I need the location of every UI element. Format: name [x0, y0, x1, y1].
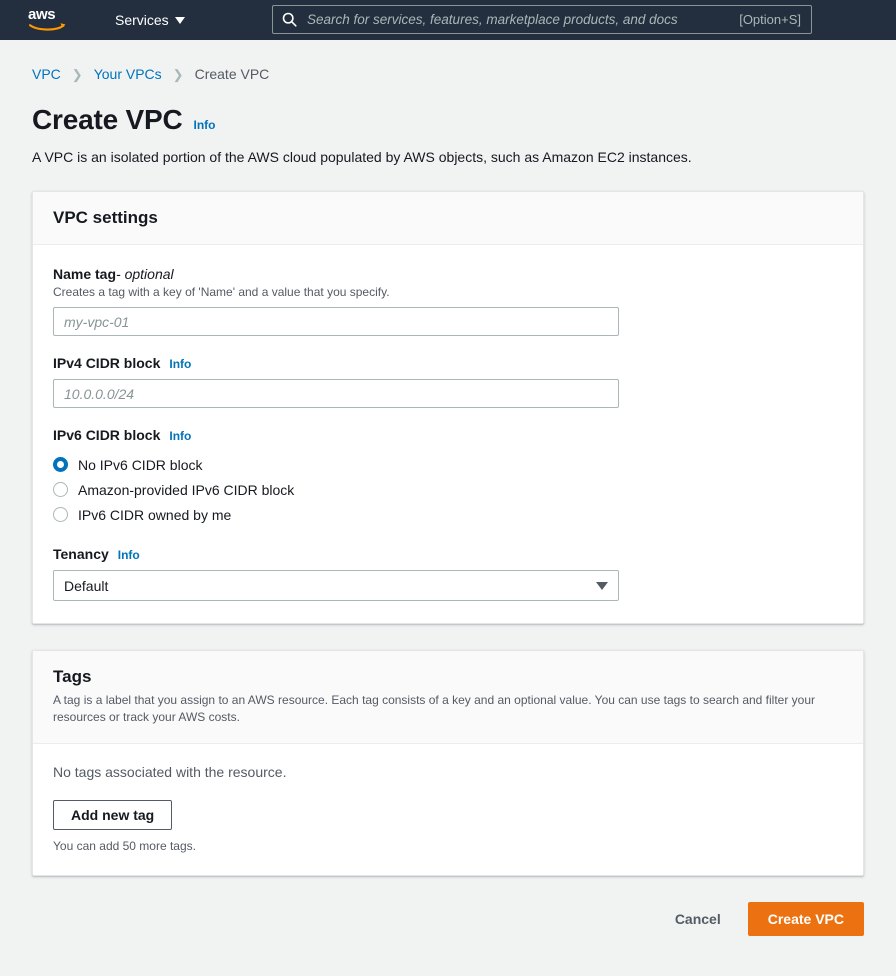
- create-vpc-button[interactable]: Create VPC: [748, 902, 864, 936]
- chevron-down-icon: [175, 17, 185, 24]
- ipv4-cidr-info-link[interactable]: Info: [169, 357, 191, 371]
- radio-icon[interactable]: [53, 482, 68, 497]
- tags-panel-header: Tags A tag is a label that you assign to…: [33, 651, 863, 744]
- field-name-tag-label: Name tag- optional: [53, 266, 174, 282]
- radio-label: IPv6 CIDR owned by me: [78, 507, 231, 523]
- field-name-tag-label-row: Name tag- optional: [53, 266, 843, 282]
- search-input[interactable]: [305, 11, 731, 28]
- field-ipv6-cidr-label-row: IPv6 CIDR block Info: [53, 427, 843, 443]
- tags-panel-description: A tag is a label that you assign to an A…: [53, 692, 818, 727]
- radio-option-no-ipv6-cidr-block[interactable]: No IPv6 CIDR block: [53, 452, 843, 477]
- field-ipv4-cidr-label: IPv4 CIDR block: [53, 355, 160, 371]
- field-ipv6-cidr-label: IPv6 CIDR block: [53, 427, 160, 443]
- field-tenancy-label-row: Tenancy Info: [53, 546, 843, 562]
- field-name-tag: Name tag- optional Creates a tag with a …: [53, 266, 843, 336]
- radio-label: Amazon-provided IPv6 CIDR block: [78, 482, 294, 498]
- field-ipv4-cidr: IPv4 CIDR block Info: [53, 355, 843, 408]
- search-icon: [282, 12, 297, 27]
- vpc-settings-panel-body: Name tag- optional Creates a tag with a …: [33, 245, 863, 623]
- tags-empty-message: No tags associated with the resource.: [53, 764, 843, 780]
- breadcrumb-separator-icon: ❯: [72, 68, 83, 81]
- page-title: Create VPC: [32, 104, 183, 136]
- field-name-tag-description: Creates a tag with a key of 'Name' and a…: [53, 285, 843, 299]
- field-name-tag-optional-suffix: - optional: [116, 266, 174, 282]
- vpc-settings-panel: VPC settings Name tag- optional Creates …: [32, 191, 864, 624]
- field-tenancy: Tenancy Info Default: [53, 546, 843, 601]
- breadcrumb-item-vpc[interactable]: VPC: [32, 66, 61, 82]
- tenancy-info-link[interactable]: Info: [118, 548, 140, 562]
- name-tag-input[interactable]: [53, 307, 619, 336]
- chevron-down-icon: [596, 582, 608, 590]
- tenancy-selected-value: Default: [64, 578, 596, 594]
- field-name-tag-label-text: Name tag: [53, 266, 116, 282]
- aws-logo[interactable]: aws: [28, 7, 68, 33]
- aws-logo-wordmark: aws: [28, 7, 68, 22]
- search-shortcut-hint: [Option+S]: [739, 12, 801, 27]
- breadcrumb-item-your-vpcs[interactable]: Your VPCs: [94, 66, 162, 82]
- field-ipv6-cidr: IPv6 CIDR block Info No IPv6 CIDR block …: [53, 427, 843, 527]
- page-description: A VPC is an isolated portion of the AWS …: [32, 149, 864, 165]
- cancel-button[interactable]: Cancel: [671, 905, 725, 933]
- vpc-settings-panel-title: VPC settings: [53, 208, 843, 228]
- radio-option-ipv6-cidr-owned-by-me[interactable]: IPv6 CIDR owned by me: [53, 502, 843, 527]
- aws-logo-smile-icon: [29, 22, 66, 31]
- add-new-tag-button[interactable]: Add new tag: [53, 800, 172, 830]
- page-content: VPC ❯ Your VPCs ❯ Create VPC Create VPC …: [0, 40, 896, 976]
- services-menu-button[interactable]: Services: [115, 12, 185, 28]
- radio-label: No IPv6 CIDR block: [78, 457, 202, 473]
- ipv4-cidr-input[interactable]: [53, 379, 619, 408]
- global-search-bar[interactable]: [Option+S]: [272, 5, 812, 34]
- breadcrumb-separator-icon: ❯: [173, 68, 184, 81]
- radio-icon[interactable]: [53, 507, 68, 522]
- ipv6-cidr-radio-group: No IPv6 CIDR block Amazon-provided IPv6 …: [53, 452, 843, 527]
- tags-panel: Tags A tag is a label that you assign to…: [32, 650, 864, 876]
- services-menu-label: Services: [115, 12, 169, 28]
- page-title-row: Create VPC Info: [32, 104, 864, 136]
- field-tenancy-label: Tenancy: [53, 546, 109, 562]
- radio-option-amazon-provided-ipv6-cidr-block[interactable]: Amazon-provided IPv6 CIDR block: [53, 477, 843, 502]
- tenancy-select[interactable]: Default: [53, 570, 619, 601]
- form-actions: Cancel Create VPC: [32, 902, 864, 976]
- breadcrumb: VPC ❯ Your VPCs ❯ Create VPC: [32, 40, 864, 82]
- breadcrumb-item-create-vpc: Create VPC: [195, 66, 270, 82]
- ipv6-cidr-info-link[interactable]: Info: [169, 429, 191, 443]
- tags-panel-body: No tags associated with the resource. Ad…: [33, 744, 863, 875]
- tags-panel-title: Tags: [53, 667, 843, 687]
- page-info-link[interactable]: Info: [194, 118, 216, 132]
- field-ipv4-cidr-label-row: IPv4 CIDR block Info: [53, 355, 843, 371]
- radio-icon-selected[interactable]: [53, 457, 68, 472]
- vpc-settings-panel-header: VPC settings: [33, 192, 863, 245]
- tags-remaining-hint: You can add 50 more tags.: [53, 839, 843, 853]
- global-navigation-bar: aws Services [Option+S]: [0, 0, 896, 40]
